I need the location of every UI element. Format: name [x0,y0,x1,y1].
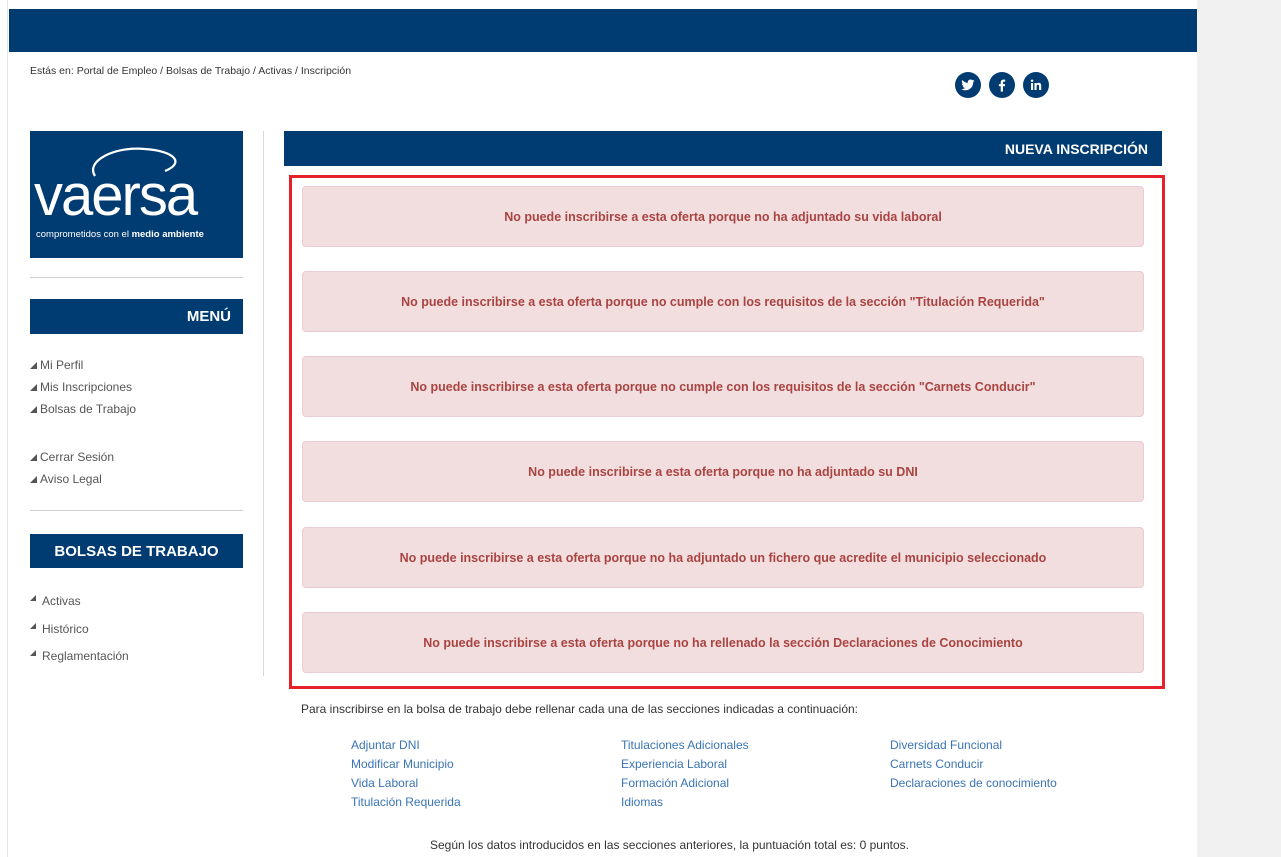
link-formacion-adicional[interactable]: Formación Adicional [621,774,749,793]
triangle-icon [30,406,37,413]
bolsas-item-reglamentacion[interactable]: Reglamentación [30,643,129,671]
link-titulacion-requerida[interactable]: Titulación Requerida [351,793,461,812]
menu-item-mi-perfil[interactable]: Mi Perfil [30,354,136,376]
menu-item-mis-inscripciones[interactable]: Mis Inscripciones [30,376,136,398]
alert-declaraciones: No puede inscribirse a esta oferta porqu… [302,612,1144,673]
breadcrumb: Estás en: Portal de Empleo / Bolsas de T… [30,65,351,77]
link-vida-laboral[interactable]: Vida Laboral [351,774,461,793]
link-adjuntar-dni[interactable]: Adjuntar DNI [351,736,461,755]
header-bar [9,9,1197,52]
menu-header: MENÚ [30,299,243,334]
alert-dni: No puede inscribirse a esta oferta porqu… [302,441,1144,502]
alert-vida-laboral: No puede inscribirse a esta oferta porqu… [302,186,1144,247]
triangle-icon [30,454,37,461]
link-carnets-conducir[interactable]: Carnets Conducir [890,755,1057,774]
alert-carnets-conducir: No puede inscribirse a esta oferta porqu… [302,356,1144,417]
bolsas-item-historico[interactable]: Histórico [30,616,129,644]
triangle-icon [30,622,36,629]
links-column-2: Titulaciones Adicionales Experiencia Lab… [621,736,749,812]
triangle-icon [30,362,37,369]
logo-tagline: comprometidos con el medio ambiente [36,229,204,240]
breadcrumb-prefix: Estás en: [30,65,74,77]
linkedin-icon[interactable] [1023,72,1049,98]
triangle-icon [30,595,36,601]
links-column-1: Adjuntar DNI Modificar Municipio Vida La… [351,736,461,812]
breadcrumb-separator: / [253,65,256,77]
link-diversidad-funcional[interactable]: Diversidad Funcional [890,736,1057,755]
menu-item-bolsas-de-trabajo[interactable]: Bolsas de Trabajo [30,398,136,420]
social-links [955,72,1049,98]
menu-item-aviso-legal[interactable]: Aviso Legal [30,468,114,490]
intro-text: Para inscribirse en la bolsa de trabajo … [301,702,859,716]
vaersa-logo[interactable]: vaersa comprometidos con el medio ambien… [30,131,243,258]
links-column-3: Diversidad Funcional Carnets Conducir De… [890,736,1057,793]
total-score-text: Según los datos introducidos en las secc… [430,838,909,852]
alert-municipio: No puede inscribirse a esta oferta porqu… [302,527,1144,588]
link-declaraciones-conocimiento[interactable]: Declaraciones de conocimiento [890,774,1057,793]
breadcrumb-item-activas[interactable]: Activas [258,65,292,77]
breadcrumb-item-inscripcion: Inscripción [300,65,352,77]
sidebar-separator [263,131,264,676]
triangle-icon [30,650,36,656]
twitter-icon[interactable] [955,72,981,98]
breadcrumb-item-portal[interactable]: Portal de Empleo [77,65,158,77]
link-titulaciones-adicionales[interactable]: Titulaciones Adicionales [621,736,749,755]
page-title: NUEVA INSCRIPCIÓN [284,131,1162,166]
breadcrumb-separator: / [295,65,298,77]
sidebar-divider [30,510,243,511]
page-left-border [7,0,8,857]
alert-titulacion-requerida: No puede inscribirse a esta oferta porqu… [302,271,1144,332]
link-idiomas[interactable]: Idiomas [621,793,749,812]
menu-item-cerrar-sesion[interactable]: Cerrar Sesión [30,446,114,468]
bolsas-item-activas[interactable]: Activas [30,588,129,616]
logo-word: vaersa [34,163,198,228]
menu-list-session: Cerrar Sesión Aviso Legal [30,446,114,490]
bolsas-list: Activas Histórico Reglamentación [30,588,129,671]
triangle-icon [30,384,37,391]
sidebar-divider [30,277,243,278]
menu-list: Mi Perfil Mis Inscripciones Bolsas de Tr… [30,354,136,420]
link-modificar-municipio[interactable]: Modificar Municipio [351,755,461,774]
breadcrumb-item-bolsas[interactable]: Bolsas de Trabajo [166,65,250,77]
breadcrumb-separator: / [160,65,164,77]
bolsas-header: BOLSAS DE TRABAJO [30,534,243,568]
page-right-gutter [1197,0,1281,857]
facebook-icon[interactable] [989,72,1015,98]
link-experiencia-laboral[interactable]: Experiencia Laboral [621,755,749,774]
triangle-icon [30,476,37,483]
